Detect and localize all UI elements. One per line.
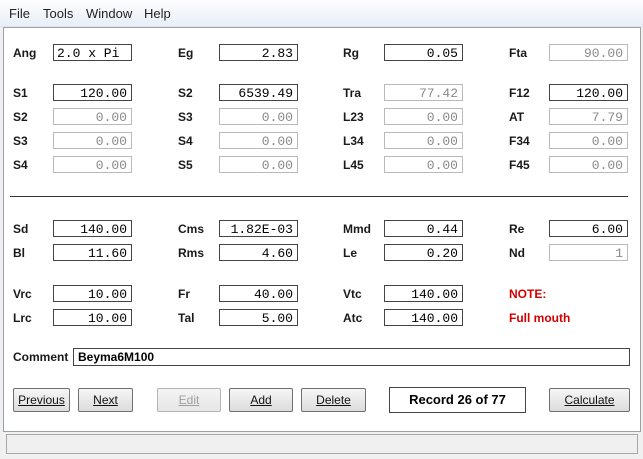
label-fta: Fta [509, 46, 527, 60]
next-button[interactable]: Next [78, 388, 133, 412]
s2-throat-field[interactable]: 6539.49 [219, 84, 298, 101]
fr-field[interactable]: 40.00 [219, 285, 298, 302]
status-bar [6, 434, 638, 454]
label-s4: S4 [178, 134, 193, 148]
s4-field: 0.00 [219, 132, 298, 149]
label-cms: Cms [178, 222, 205, 236]
rg-field[interactable]: 0.05 [384, 44, 463, 61]
eg-field[interactable]: 2.83 [219, 44, 298, 61]
s4-left-field: 0.00 [53, 156, 132, 173]
nd-field: 1 [549, 244, 628, 261]
label-eg: Eg [178, 46, 194, 60]
at-field: 7.79 [549, 108, 628, 125]
s5-field: 0.00 [219, 156, 298, 173]
label-re: Re [509, 222, 525, 236]
label-vtc: Vtc [343, 287, 362, 301]
label-lrc: Lrc [13, 311, 32, 325]
s3-left-field: 0.00 [53, 132, 132, 149]
rms-field[interactable]: 4.60 [219, 244, 298, 261]
label-sd: Sd [13, 222, 29, 236]
tal-field[interactable]: 5.00 [219, 309, 298, 326]
vtc-field[interactable]: 140.00 [384, 285, 463, 302]
label-s5: S5 [178, 158, 193, 172]
label-le: Le [343, 246, 358, 260]
le-field[interactable]: 0.20 [384, 244, 463, 261]
label-l23: L23 [343, 110, 364, 124]
label-vrc: Vrc [13, 287, 32, 301]
f45-field: 0.00 [549, 156, 628, 173]
menu-help[interactable]: Help [144, 6, 171, 21]
menu-tools[interactable]: Tools [43, 6, 73, 21]
note-title: NOTE: [509, 287, 547, 301]
label-s3: S3 [13, 134, 28, 148]
f12-field[interactable]: 120.00 [549, 84, 628, 101]
label-l45: L45 [343, 158, 364, 172]
label-s2: S2 [13, 110, 28, 124]
menu-bar: File Tools Window Help [0, 0, 643, 27]
label-mmd: Mmd [343, 222, 371, 236]
menu-window[interactable]: Window [86, 6, 132, 21]
l23-field: 0.00 [384, 108, 463, 125]
bl-field[interactable]: 11.60 [53, 244, 132, 261]
label-f12: F12 [509, 86, 530, 100]
lrc-field[interactable]: 10.00 [53, 309, 132, 326]
atc-field[interactable]: 140.00 [384, 309, 463, 326]
label-s2: S2 [178, 86, 193, 100]
fta-field: 90.00 [549, 44, 628, 61]
tra-field: 77.42 [384, 84, 463, 101]
label-atc: Atc [343, 311, 363, 325]
mmd-field[interactable]: 0.44 [384, 220, 463, 237]
label-rms: Rms [178, 246, 205, 260]
s3-field: 0.00 [219, 108, 298, 125]
label-f34: F34 [509, 134, 530, 148]
label-at: AT [509, 110, 525, 124]
label-s4: S4 [13, 158, 28, 172]
label-s1: S1 [13, 86, 28, 100]
label-bl: Bl [13, 246, 25, 260]
comment-field[interactable]: Beyma6M100 [73, 348, 630, 366]
sd-field[interactable]: 140.00 [53, 220, 132, 237]
s2-field: 0.00 [53, 108, 132, 125]
label-nd: Nd [509, 246, 525, 260]
label-fr: Fr [178, 287, 190, 301]
label-tal: Tal [178, 311, 195, 325]
label-tra: Tra [343, 86, 362, 100]
label-l34: L34 [343, 134, 364, 148]
re-field[interactable]: 6.00 [549, 220, 628, 237]
vrc-field[interactable]: 10.00 [53, 285, 132, 302]
f34-field: 0.00 [549, 132, 628, 149]
menu-file[interactable]: File [9, 6, 30, 21]
record-indicator: Record 26 of 77 [389, 387, 526, 413]
s1-field[interactable]: 120.00 [53, 84, 132, 101]
section-divider [10, 196, 628, 197]
delete-button[interactable]: Delete [301, 388, 366, 412]
note-text: Full mouth [509, 311, 571, 325]
label-s3: S3 [178, 110, 193, 124]
calculate-button[interactable]: Calculate [549, 388, 630, 412]
add-button[interactable]: Add [229, 388, 293, 412]
cms-field[interactable]: 1.82E-03 [219, 220, 298, 237]
label-comment: Comment [13, 350, 69, 364]
label-ang: Ang [13, 46, 37, 60]
l34-field: 0.00 [384, 132, 463, 149]
previous-button[interactable]: Previous [13, 388, 70, 412]
l45-field: 0.00 [384, 156, 463, 173]
label-f45: F45 [509, 158, 530, 172]
edit-button: Edit [157, 388, 221, 412]
label-rg: Rg [343, 46, 359, 60]
ang-field[interactable]: 2.0 x Pi [53, 44, 132, 61]
